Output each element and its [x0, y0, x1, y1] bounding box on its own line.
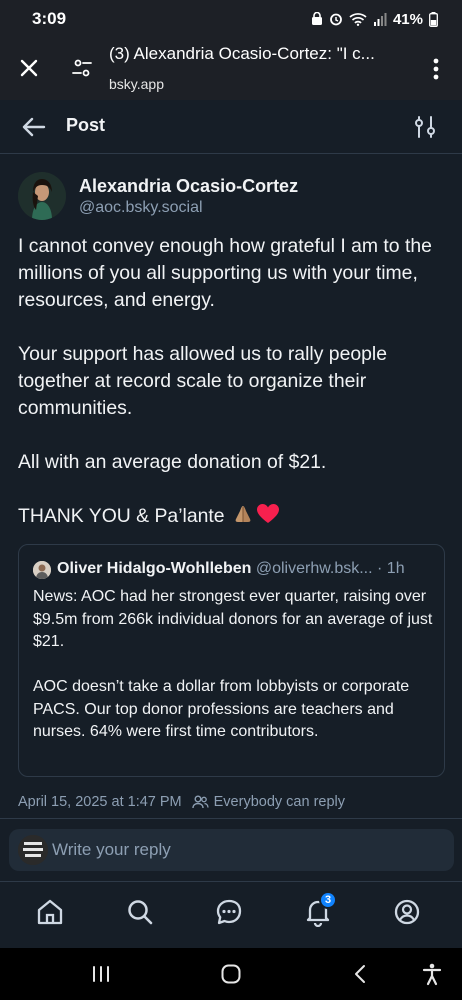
alarm-icon [330, 13, 342, 26]
post-paragraph: I cannot convey enough how grateful I am… [18, 235, 432, 311]
browser-toolbar: (3) Alexandria Ocasio-Cortez: "I c... bs… [0, 38, 462, 100]
reply-placeholder[interactable]: Write your reply [52, 840, 171, 860]
battery-icon [429, 11, 438, 27]
quote-post[interactable]: Oliver Hidalgo-Wohlleben @oliverhw.bsk..… [18, 544, 445, 777]
post-paragraph: All with an average donation of $21. [18, 451, 327, 473]
accessibility-icon[interactable] [420, 962, 444, 986]
recent-apps-icon[interactable] [89, 962, 113, 986]
site-settings-icon[interactable] [70, 56, 94, 80]
close-icon[interactable] [16, 55, 42, 81]
people-icon [191, 795, 209, 809]
author-avatar[interactable] [18, 172, 66, 220]
reply-setting[interactable]: Everybody can reply [214, 794, 345, 810]
sliders-icon[interactable] [412, 114, 438, 140]
post-paragraph-text: THANK YOU & Pa’lante [18, 505, 225, 527]
post-paragraph-last: THANK YOU & Pa’lante [18, 503, 446, 530]
battery-level: 41% [392, 10, 423, 28]
quote-author-name: Oliver Hidalgo-Wohlleben [57, 560, 252, 577]
quote-paragraph: AOC doesn’t take a dollar from lobbyists… [33, 678, 410, 740]
quote-avatar [33, 561, 51, 579]
wifi-icon [349, 13, 367, 26]
home-icon[interactable] [35, 897, 65, 927]
folded-hands-icon [235, 506, 251, 522]
page-title: (3) Alexandria Ocasio-Cortez: "I c... [109, 44, 375, 63]
quote-header: Oliver Hidalgo-Wohlleben @oliverhw.bsk..… [57, 560, 437, 578]
page-url[interactable]: bsky.app [109, 76, 164, 92]
post-paragraph: Your support has allowed us to rally peo… [18, 343, 388, 419]
bottom-tab-bar: 3 [0, 881, 462, 948]
divider [0, 818, 462, 819]
post-timestamp: April 15, 2025 at 1:47 PM [18, 794, 182, 810]
system-nav-bar [0, 948, 462, 1000]
quote-author-handle: @oliverhw.bsk... [255, 560, 373, 577]
app-container: Post Alexandria Ocasio-Cortez @aoc.bsky.… [0, 100, 462, 948]
profile-icon[interactable] [392, 897, 422, 927]
signal-icon [373, 13, 387, 26]
post-header: Post [0, 100, 462, 154]
user-avatar [18, 835, 48, 865]
notification-badge: 3 [319, 891, 337, 909]
status-bar: 3:09 41% [0, 0, 462, 38]
header-title: Post [66, 115, 106, 135]
back-button-icon[interactable] [349, 962, 373, 986]
quote-body: News: AOC had her strongest ever quarter… [33, 586, 433, 744]
post-meta: April 15, 2025 at 1:47 PM Everybody can … [18, 794, 345, 810]
reply-composer[interactable]: Write your reply [9, 829, 454, 871]
chat-icon[interactable] [214, 897, 244, 927]
home-button-icon[interactable] [219, 962, 243, 986]
lock-icon [311, 12, 322, 25]
quote-age: · 1h [377, 560, 405, 577]
post-body: I cannot convey enough how grateful I am… [18, 233, 446, 530]
author-name[interactable]: Alexandria Ocasio-Cortez [79, 176, 298, 197]
status-time: 3:09 [32, 9, 67, 28]
search-icon[interactable] [125, 897, 155, 927]
heart-icon [256, 504, 279, 523]
more-menu-icon[interactable] [426, 56, 446, 82]
author-handle[interactable]: @aoc.bsky.social [79, 199, 203, 217]
back-arrow-icon[interactable] [20, 114, 48, 140]
status-icons: 41% [311, 11, 438, 28]
quote-paragraph: News: AOC had her strongest ever quarter… [33, 588, 433, 650]
